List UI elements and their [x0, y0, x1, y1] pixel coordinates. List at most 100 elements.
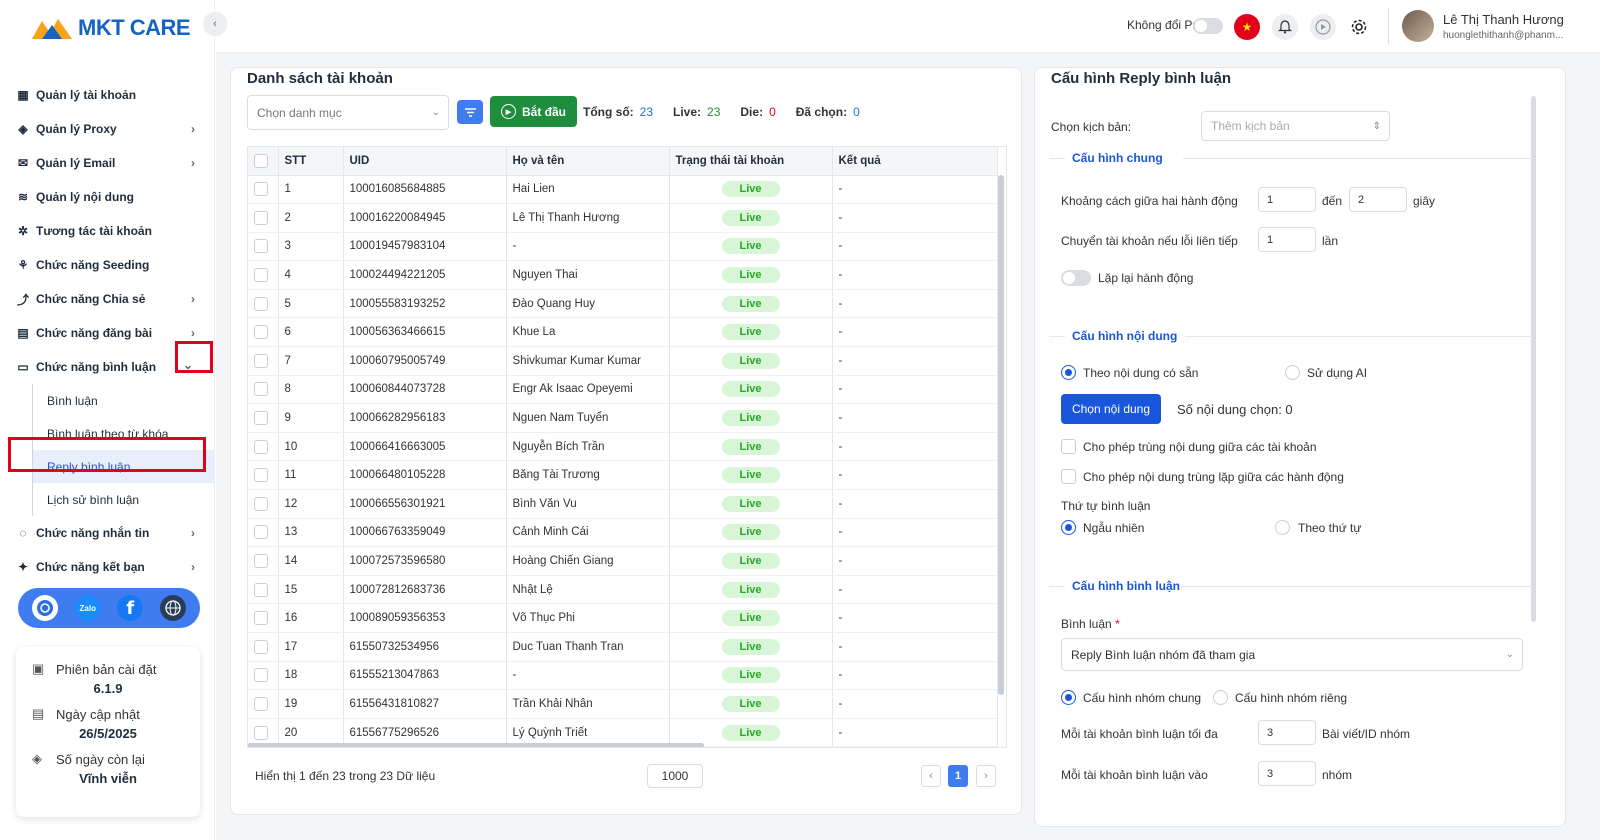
row-checkbox[interactable] [254, 554, 268, 569]
table-row[interactable]: 17 61550732534956 Duc Tuan Thanh Tran Live - [248, 632, 998, 662]
allow-dup-actions-checkbox[interactable] [1061, 469, 1076, 484]
row-checkbox[interactable] [254, 668, 268, 683]
row-checkbox[interactable] [254, 696, 268, 711]
chevron-right-icon[interactable]: › [191, 292, 195, 306]
switch-account-input[interactable]: 1 [1258, 227, 1316, 252]
app-logo[interactable]: MKT CARE [30, 10, 191, 46]
category-select[interactable]: Chọn danh mục ⌄ [247, 95, 449, 130]
radio-order-random[interactable] [1061, 520, 1076, 535]
chevron-right-icon[interactable]: › [191, 560, 195, 574]
start-button[interactable]: ▶ Bắt đầu [490, 96, 577, 127]
submenu-item[interactable]: Lịch sử bình luận [33, 483, 215, 516]
max-comment-input[interactable]: 3 [1258, 720, 1316, 745]
radio-available-content[interactable] [1061, 365, 1076, 380]
col-name[interactable]: Họ và tên [506, 147, 670, 176]
facebook-icon[interactable]: f [117, 595, 144, 621]
row-checkbox[interactable] [254, 582, 268, 597]
proxy-toggle[interactable] [1193, 18, 1223, 34]
col-status[interactable]: Trạng thái tài khoản [669, 147, 833, 176]
chevron-right-icon[interactable]: › [191, 326, 195, 340]
table-row[interactable]: 4 100024494221205 Nguyen Thai Live - [248, 260, 998, 290]
table-row[interactable]: 8 100060844073728 Engr Ak Isaac Opeyemi Liv… [248, 375, 998, 405]
table-row[interactable]: 18 61555213047863- Live - [248, 661, 998, 691]
table-row[interactable]: 15 100072812683736 Nhật Lệ Live - [248, 575, 998, 605]
table-row[interactable]: 7 100060795005749 Shivkumar Kumar Kumar Liv… [248, 346, 998, 376]
row-checkbox[interactable] [254, 268, 268, 283]
sidebar-item[interactable]: ≋ Quản lý nội dung [0, 180, 215, 214]
table-row[interactable]: 3 100019457983104- Live - [248, 232, 998, 262]
submenu-item[interactable]: Bình luận [33, 384, 215, 417]
row-checkbox[interactable] [254, 353, 268, 368]
prev-page-button[interactable]: ‹ [921, 765, 941, 787]
table-row[interactable]: 9 100066282956183 Nguen Nam Tuyển Live - [248, 403, 998, 433]
chevron-right-icon[interactable]: › [191, 122, 195, 136]
sidebar-item[interactable]: ◌ Chức năng nhắn tin › [0, 516, 215, 550]
table-vertical-scrollbar[interactable] [998, 175, 1004, 695]
script-select[interactable]: Thêm kịch bản ⇕ [1201, 111, 1390, 141]
choose-content-button[interactable]: Chọn nội dung [1061, 394, 1161, 424]
sidebar-item[interactable]: ✉ Quản lý Email › [0, 146, 215, 180]
sidebar-item[interactable]: ⚘ Chức năng Seeding [0, 248, 215, 282]
allow-dup-accounts-checkbox[interactable] [1061, 439, 1076, 454]
row-checkbox[interactable] [254, 411, 268, 426]
col-result[interactable]: Kết quả [832, 147, 998, 176]
table-row[interactable]: 2 100016220084945 Lê Thị Thanh Hương Live - [248, 203, 998, 233]
config-scrollbar[interactable] [1531, 96, 1536, 622]
vietnam-flag-icon[interactable]: ★ [1234, 14, 1260, 40]
table-row[interactable]: 10 100066416663005 Nguyễn Bích Trần Live - [248, 432, 998, 462]
sidebar-item[interactable]: ⤴ Chức năng Chia sẻ › [0, 282, 215, 316]
delay-to-input[interactable]: 2 [1349, 187, 1407, 212]
comment-type-select[interactable]: Reply Bình luận nhóm đã tham gia ⌄ [1061, 638, 1523, 671]
row-checkbox[interactable] [254, 525, 268, 540]
table-row[interactable]: 12 100066556301921 Bình Văn Vu Live - [248, 489, 998, 519]
radio-group-common[interactable] [1061, 690, 1076, 705]
radio-group-private[interactable] [1213, 690, 1228, 705]
delay-from-input[interactable]: 1 [1258, 187, 1316, 212]
sidebar-item[interactable]: ◈ Quản lý Proxy › [0, 112, 215, 146]
zalo-icon[interactable]: Zalo [74, 595, 101, 621]
comment-in-input[interactable]: 3 [1258, 761, 1316, 786]
row-checkbox[interactable] [254, 468, 268, 483]
row-checkbox[interactable] [254, 496, 268, 511]
sidebar-item[interactable]: ✲ Tương tác tài khoản [0, 214, 215, 248]
sidebar-item[interactable]: ✦ Chức năng kết bạn › [0, 550, 215, 584]
row-checkbox[interactable] [254, 382, 268, 397]
select-all-checkbox[interactable] [254, 153, 268, 168]
row-checkbox[interactable] [254, 296, 268, 311]
support-icon[interactable] [32, 595, 59, 621]
table-row[interactable]: 1 100016085684885 Hai Lien Live - [248, 175, 998, 205]
next-page-button[interactable]: › [976, 765, 996, 787]
table-row[interactable]: 14 100072573596580 Hoàng Chiến Giang Live - [248, 546, 998, 576]
col-stt[interactable]: STT [278, 147, 344, 176]
chevron-right-icon[interactable]: › [191, 156, 195, 170]
globe-icon[interactable] [159, 595, 186, 621]
row-checkbox[interactable] [254, 325, 268, 340]
filter-button[interactable] [457, 100, 483, 124]
page-size-input[interactable]: 1000 [647, 764, 703, 788]
play-icon[interactable] [1310, 14, 1336, 40]
row-checkbox[interactable] [254, 182, 268, 197]
sidebar-item[interactable]: ▦ Quản lý tài khoản [0, 78, 215, 112]
radio-order-sequential[interactable] [1275, 520, 1290, 535]
table-row[interactable]: 16 100089059356353 Võ Thục Phi Live - [248, 603, 998, 633]
bell-icon[interactable] [1272, 14, 1298, 40]
table-row[interactable]: 13 100066763359049 Cảnh Minh Cái Live - [248, 518, 998, 548]
gear-icon[interactable] [1346, 14, 1372, 40]
user-name[interactable]: Lê Thị Thanh Hương [1443, 12, 1564, 27]
table-row[interactable]: 11 100066480105228 Băng Tài Trương Live - [248, 460, 998, 491]
page-button-current[interactable]: 1 [948, 765, 968, 787]
avatar[interactable] [1402, 10, 1434, 42]
collapse-sidebar-button[interactable]: ‹ [203, 12, 227, 36]
repeat-toggle[interactable] [1061, 270, 1091, 286]
table-row[interactable]: 6 100056363466615 Khue La Live - [248, 317, 998, 348]
row-checkbox[interactable] [254, 210, 268, 225]
radio-use-ai[interactable] [1285, 365, 1300, 380]
table-row[interactable]: 19 61556431810827 Trần Khải Nhân Live - [248, 689, 998, 719]
chevron-right-icon[interactable]: › [191, 526, 195, 540]
table-row[interactable]: 5 100055583193252 Đào Quang Huy Live - [248, 289, 998, 319]
row-checkbox[interactable] [254, 439, 268, 454]
row-checkbox[interactable] [254, 725, 268, 740]
col-uid[interactable]: UID [343, 147, 507, 176]
row-checkbox[interactable] [254, 611, 268, 626]
row-checkbox[interactable] [254, 239, 268, 254]
